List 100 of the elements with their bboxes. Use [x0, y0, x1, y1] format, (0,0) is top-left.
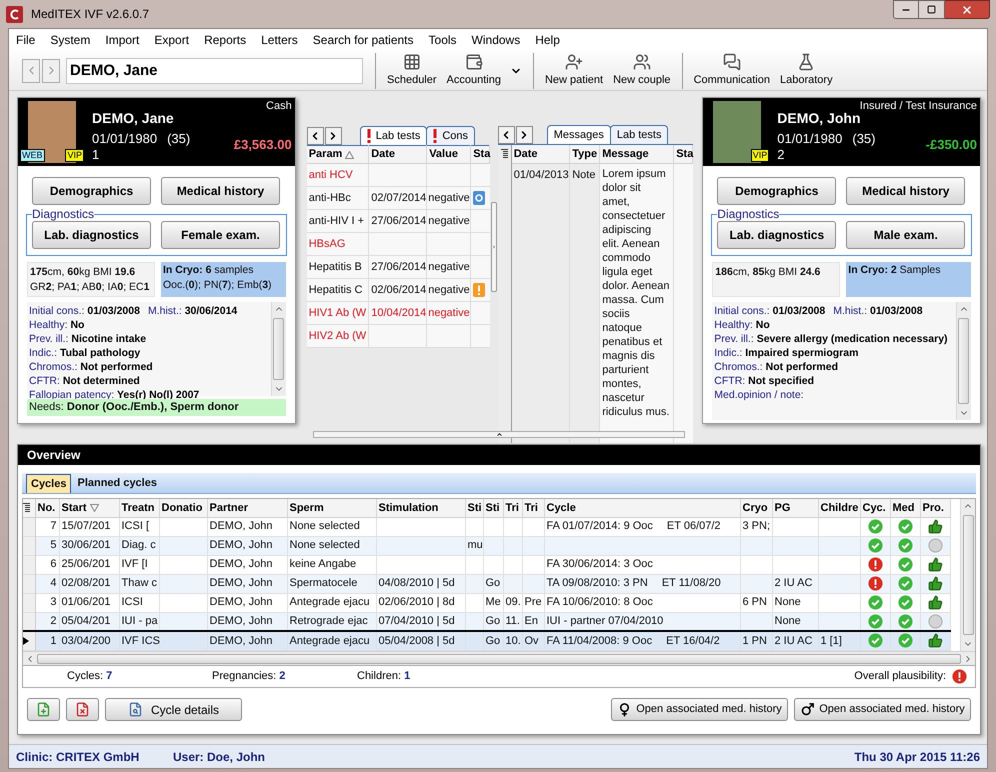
card-button[interactable]: Medical history [846, 177, 966, 205]
column-header[interactable]: Message [600, 145, 674, 163]
menu-item[interactable]: Import [105, 31, 140, 49]
column-header[interactable]: Date [368, 146, 427, 164]
column-header[interactable]: Sti [465, 499, 483, 517]
transfer-text: ET 11/08/20 [662, 576, 721, 592]
next-button[interactable] [324, 127, 342, 145]
table-cell: 02/06/2010 | 8d [376, 593, 465, 612]
column-header[interactable]: Cycle [544, 499, 740, 517]
table-cell: Me [483, 593, 503, 612]
menu-item[interactable]: Search for patients [312, 31, 414, 49]
column-header[interactable]: Date [512, 145, 570, 163]
back-button[interactable] [22, 58, 40, 82]
toolbar-button[interactable]: Scheduler [375, 52, 442, 88]
table-cell: Antegrade ejacu [287, 631, 376, 650]
male-history-button[interactable]: Open associated med. history [794, 698, 971, 721]
menu-item[interactable]: Tools [428, 31, 457, 49]
table-cell: anti-HIV I + [306, 210, 369, 232]
card-button[interactable]: Medical history [161, 177, 280, 205]
menu-item[interactable]: Export [154, 31, 190, 49]
table-cell: Spermatocele [287, 574, 376, 593]
card-button[interactable]: Male exam. [846, 221, 966, 249]
toolbar-button[interactable]: Laboratory [774, 52, 838, 88]
toolbar-button[interactable]: Communication [682, 52, 775, 88]
overview-tab[interactable]: Cycles [26, 474, 72, 493]
scrollbar[interactable] [960, 499, 975, 651]
panel-tab[interactable]: Cons [426, 126, 476, 145]
column-chooser-icon[interactable] [500, 149, 508, 158]
column-header[interactable]: Param [306, 146, 369, 164]
menu-item[interactable]: Windows [472, 31, 520, 49]
minimize-button[interactable] [893, 0, 919, 19]
previous-button[interactable] [306, 127, 324, 145]
table-cell: HIV1 Ab (W [306, 302, 369, 324]
table-cell: 3 [35, 593, 59, 612]
panel-tab[interactable]: Messages [546, 125, 611, 144]
sort-icon [345, 150, 354, 158]
card-button[interactable]: Female exam. [161, 221, 280, 249]
delete-button[interactable] [66, 698, 99, 721]
column-header[interactable]: Start [59, 499, 119, 517]
forward-button[interactable] [42, 58, 60, 82]
history-entry: CFTR: Not determined [29, 374, 140, 388]
close-button[interactable] [945, 0, 990, 19]
cycle-details-button[interactable]: Cycle details [105, 698, 242, 721]
table-cell: 6 [35, 555, 59, 574]
column-header[interactable]: Tri [522, 499, 544, 517]
menu-item[interactable]: Letters [261, 31, 298, 49]
card-button[interactable]: Demographics [32, 177, 151, 205]
female-history-button[interactable]: Open associated med. history [611, 698, 788, 721]
column-header[interactable]: Sta [470, 146, 490, 164]
cryo-line: In Cryo: 2 Samples [848, 263, 942, 278]
next-button[interactable] [516, 126, 533, 144]
patient-number: 1 [92, 147, 100, 162]
exclamation-icon [952, 669, 967, 684]
column-header[interactable]: Sperm [287, 499, 376, 517]
menu-item[interactable]: File [16, 31, 36, 49]
column-header[interactable]: Treatn [119, 499, 159, 517]
scrollbar[interactable] [956, 302, 971, 420]
previous-button[interactable] [498, 126, 515, 144]
column-header[interactable]: Childre [818, 499, 860, 517]
column-chooser-icon[interactable] [23, 503, 30, 512]
column-header[interactable]: Donatio [159, 499, 207, 517]
table-cell: DEMO, John [207, 631, 287, 650]
menu-item[interactable]: System [50, 31, 90, 49]
card-button[interactable]: Lab. diagnostics [32, 221, 151, 249]
column-header[interactable]: Sta [674, 145, 693, 163]
card-button[interactable]: Demographics [717, 177, 836, 205]
splitter-handle[interactable] [490, 202, 497, 292]
history-entry: Chromos.: Not performed [714, 360, 838, 374]
column-header[interactable]: Cryo [740, 499, 772, 517]
column-header[interactable]: Partner [207, 499, 287, 517]
column-header[interactable]: Med [890, 499, 920, 517]
column-header[interactable]: Tri [503, 499, 522, 517]
menu-item[interactable]: Help [535, 31, 560, 49]
panel-tab[interactable]: Lab tests [360, 126, 428, 145]
maximize-button[interactable] [919, 0, 945, 19]
wallet-icon [464, 52, 483, 70]
splitter-handle[interactable] [313, 430, 685, 438]
column-header[interactable]: Type [570, 145, 600, 163]
toolbar-button[interactable]: New patient [532, 52, 608, 88]
column-header[interactable]: Pro. [920, 499, 950, 517]
table-cell: HBsAG [306, 232, 369, 256]
scrollbar[interactable] [270, 302, 286, 396]
menu-item[interactable]: Reports [204, 31, 246, 49]
user-label: User: Doe, John [173, 748, 266, 766]
column-header[interactable]: Stimulation [376, 499, 465, 517]
overview-tab[interactable]: Planned cycles [73, 474, 161, 493]
horizontal-scrollbar[interactable] [23, 651, 975, 665]
column-header[interactable]: Value [426, 146, 471, 164]
panel-tab[interactable]: Lab tests [610, 125, 668, 144]
summary-item: Pregnancies: 2 [212, 669, 286, 684]
exclamation-icon [433, 129, 438, 143]
column-header[interactable]: No. [35, 499, 59, 517]
column-header[interactable]: PG [772, 499, 818, 517]
toolbar-button[interactable]: New couple [608, 52, 676, 88]
column-header[interactable]: Sti [483, 499, 503, 517]
card-button[interactable]: Lab. diagnostics [717, 221, 836, 249]
add-button[interactable] [27, 698, 60, 721]
column-header[interactable]: Cyc. [860, 499, 890, 517]
patient-field[interactable]: DEMO, Jane [66, 58, 363, 84]
toolbar-button[interactable]: Accounting [442, 52, 527, 88]
